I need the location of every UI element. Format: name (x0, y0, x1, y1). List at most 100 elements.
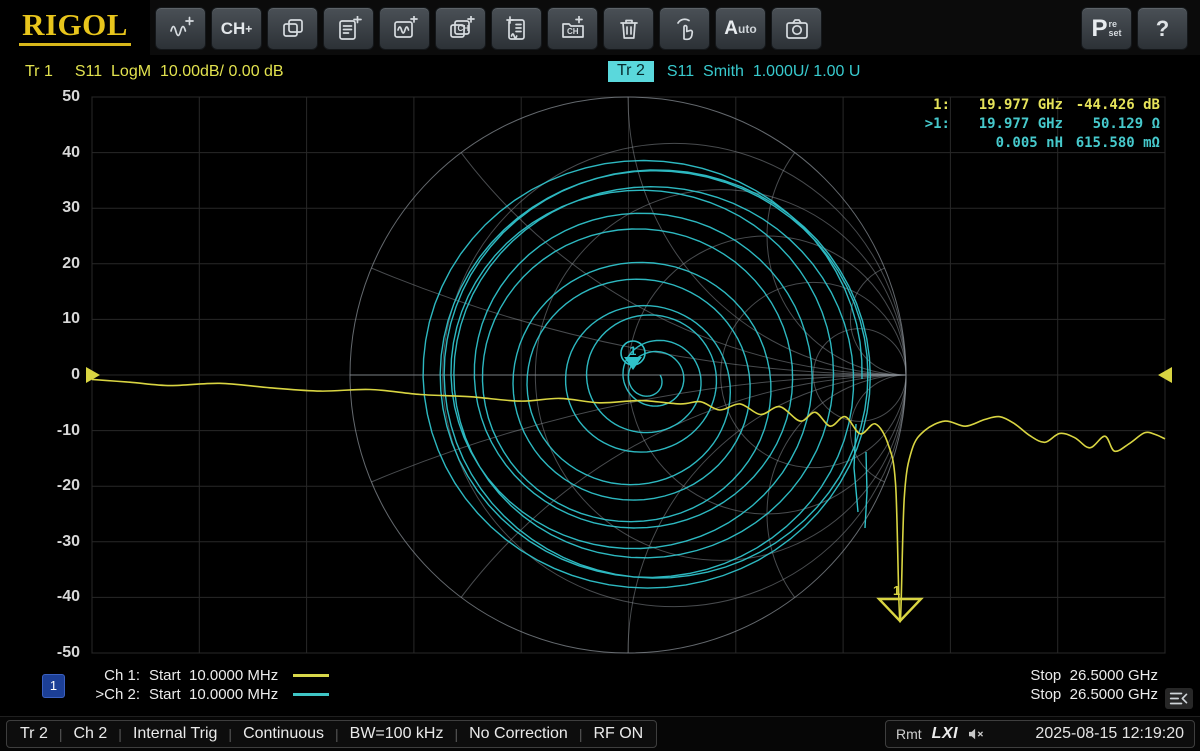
y-tick-label: 30 (36, 199, 80, 217)
marker-b: 615.580 mΩ (1063, 134, 1160, 153)
marker-readout-row: 1:19.977 GHz-44.426 dB (900, 96, 1160, 115)
y-tick-label: -30 (36, 533, 80, 551)
trace2-smith (423, 161, 870, 589)
channel2-row: >Ch 2: Start 10.0000 MHz (84, 685, 329, 704)
channel1-row: Ch 1: Start 10.0000 MHz (84, 666, 329, 685)
new-trace-window-button[interactable] (379, 7, 430, 50)
svg-text:1: 1 (630, 344, 637, 358)
status-item-ch-2[interactable]: Ch 2 (74, 725, 108, 743)
status-separator: | (335, 726, 339, 742)
window-layout-button[interactable] (267, 7, 318, 50)
touch-mode-button[interactable] (659, 7, 710, 50)
speaker-muted-icon[interactable] (967, 727, 985, 741)
trace2-active-badge[interactable]: Tr 2 (608, 61, 654, 82)
screenshot-icon (783, 16, 811, 42)
collapse-menu-button[interactable] (1165, 688, 1193, 709)
trace-label-row: Tr 1 S11 LogM 10.00dB/ 0.00 dB Tr 2 S11 … (0, 57, 1200, 87)
channel-window-badge[interactable]: 1 (42, 674, 65, 698)
delete-icon (616, 16, 642, 42)
delete-button[interactable] (603, 7, 654, 50)
channel-start-rows: Ch 1: Start 10.0000 MHz >Ch 2: Start 10.… (84, 666, 329, 704)
rigol-logo-text: RIGOL (19, 9, 131, 46)
marker-readout-row: >1:19.977 GHz50.129 Ω (900, 115, 1160, 134)
trace2-label[interactable]: Tr 2 S11 Smith 1.000U/ 1.00 U (608, 61, 860, 82)
y-tick-label: 40 (36, 144, 80, 162)
y-tick-label: 0 (36, 366, 80, 384)
status-separator: | (228, 726, 232, 742)
y-tick-label: 50 (36, 88, 80, 106)
lxi-indicator: LXI (932, 725, 958, 743)
channel-folder-button[interactable]: CH (547, 7, 598, 50)
toolbar-button-group: CH+CHCHAuto (155, 7, 827, 50)
svg-text:CH: CH (457, 24, 469, 33)
marker-readout-row: 0.005 nH615.580 mΩ (900, 134, 1160, 153)
status-bar: Tr 2 | Ch 2 | Internal Trig | Continuous | BW=10… (0, 716, 1200, 751)
marker-a: 19.977 GHz (950, 96, 1063, 115)
marker-readout-table: 1:19.977 GHz-44.426 dB>1:19.977 GHz50.12… (900, 96, 1160, 153)
status-item-no-correction[interactable]: No Correction (469, 725, 568, 743)
status-item-bw-100-khz[interactable]: BW=100 kHz (350, 725, 444, 743)
status-separator: | (579, 726, 583, 742)
channel-info-bar: 1 Ch 1: Start 10.0000 MHz >Ch 2: Start 1… (0, 663, 1200, 713)
auto-scale-label: A (724, 18, 738, 40)
screenshot-button[interactable] (771, 7, 822, 50)
y-tick-label: -40 (36, 588, 80, 606)
status-separator: | (118, 726, 122, 742)
channel2-stop: Stop 26.5000 GHz (1030, 685, 1158, 704)
preset-button[interactable]: P re set (1081, 7, 1132, 50)
preset-set: set (1109, 29, 1122, 38)
trace2-format: S11 Smith 1.000U/ 1.00 U (667, 63, 861, 81)
collapse-menu-icon (1169, 691, 1189, 706)
help-icon: ? (1156, 16, 1169, 42)
y-tick-label: -10 (36, 422, 80, 440)
add-trace-button[interactable] (155, 7, 206, 50)
rigol-logo: RIGOL (0, 0, 150, 55)
status-item-internal-trig[interactable]: Internal Trig (133, 725, 217, 743)
channel1-label: Ch 1: (84, 667, 140, 684)
top-toolbar: RIGOL CH+CHCHAuto P re set ? (0, 0, 1200, 55)
preset-icon: P re set (1091, 17, 1121, 41)
window-layout-icon (279, 16, 307, 42)
channel-stop-rows: Stop 26.5000 GHz Stop 26.5000 GHz (1030, 666, 1158, 704)
y-tick-label: 20 (36, 255, 80, 273)
measure-setup-button[interactable] (323, 7, 374, 50)
channel1-trace-swatch (293, 674, 329, 677)
marker-a: 0.005 nH (950, 134, 1063, 153)
status-left-box: Tr 2 | Ch 2 | Internal Trig | Continuous | BW=10… (6, 720, 657, 748)
add-channel-button[interactable]: CH+ (211, 7, 262, 50)
marker-a: 19.977 GHz (950, 115, 1063, 134)
add-trace-icon (166, 16, 196, 42)
setup-list-button[interactable] (491, 7, 542, 50)
y-tick-label: 10 (36, 310, 80, 328)
channel1-start: Start 10.0000 MHz (149, 667, 278, 684)
status-item-rf-on[interactable]: RF ON (593, 725, 643, 743)
trace1-label[interactable]: Tr 1 S11 LogM 10.00dB/ 0.00 dB (25, 63, 284, 81)
marker-label: 1: (900, 96, 950, 115)
preset-big-p: P (1091, 17, 1107, 41)
svg-text:CH: CH (567, 27, 579, 36)
new-channel-window-button[interactable]: CH (435, 7, 486, 50)
toolbar-right-group: P re set ? (1081, 7, 1193, 50)
remote-indicator: Rmt (896, 726, 922, 742)
trace1-format: S11 LogM 10.00dB/ 0.00 dB (75, 63, 284, 81)
trace1-name: Tr 1 (25, 63, 53, 81)
channel2-trace-swatch (293, 693, 329, 696)
auto-scale-button[interactable]: Auto (715, 7, 766, 50)
y-tick-label: -50 (36, 644, 80, 662)
plot-area[interactable]: 11 (78, 95, 1178, 655)
status-item-continuous[interactable]: Continuous (243, 725, 324, 743)
clock: 2025-08-15 12:19:20 (1035, 725, 1184, 743)
status-item-tr-2[interactable]: Tr 2 (20, 725, 48, 743)
channel2-label: >Ch 2: (84, 686, 140, 703)
marker-b: -44.426 dB (1063, 96, 1160, 115)
add-channel-label: CH (221, 19, 246, 39)
smith-reactance-arc (350, 375, 1178, 655)
new-channel-window-icon: CH (447, 16, 475, 42)
channel-folder-icon: CH (559, 16, 587, 42)
channel1-stop: Stop 26.5000 GHz (1030, 666, 1158, 685)
help-button[interactable]: ? (1137, 7, 1188, 50)
marker-label: >1: (900, 115, 950, 134)
touch-mode-icon (671, 16, 699, 42)
status-separator: | (59, 726, 63, 742)
svg-text:1: 1 (893, 583, 900, 598)
